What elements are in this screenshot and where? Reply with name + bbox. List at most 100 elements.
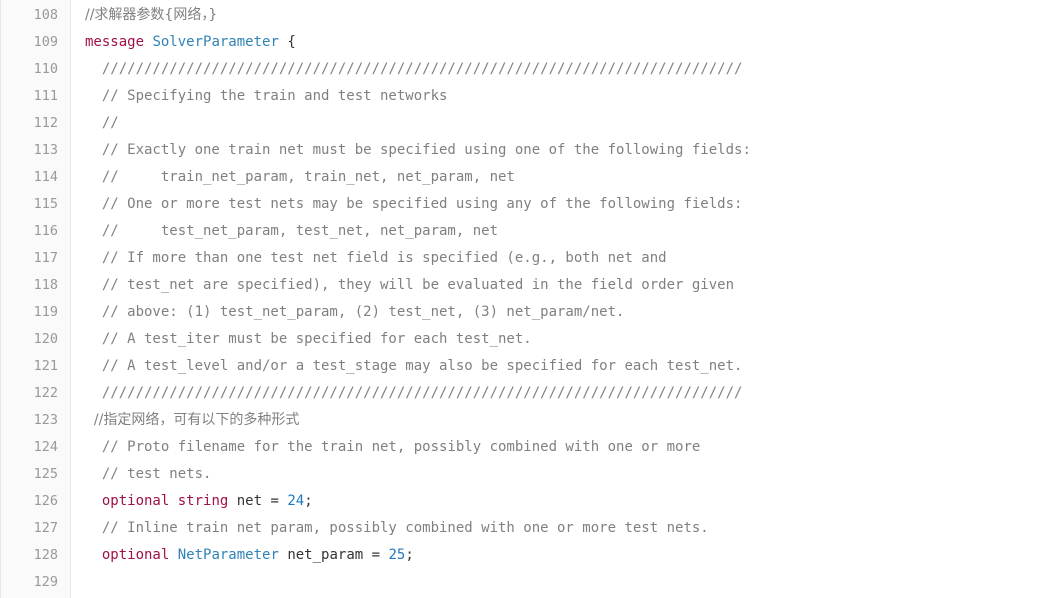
code-line: 127 // Inline train net param, possibly … bbox=[1, 515, 1053, 542]
token-plain: ; bbox=[304, 493, 313, 509]
code-text: //求解器参数{网络，} bbox=[85, 2, 217, 29]
token-plain: net = bbox=[228, 493, 288, 509]
token-type: NetParameter bbox=[177, 547, 279, 563]
code-line: 128 optional NetParameter net_param = 25… bbox=[1, 542, 1053, 569]
line-number: 117 bbox=[33, 250, 58, 266]
token-comment: // test_net_param, test_net, net_param, … bbox=[85, 223, 499, 239]
token-comment: ////////////////////////////////////////… bbox=[85, 61, 743, 77]
code-line: 122 ////////////////////////////////////… bbox=[1, 380, 1053, 407]
line-number: 119 bbox=[33, 304, 58, 320]
code-text: // test nets. bbox=[85, 461, 212, 488]
line-number: 120 bbox=[33, 331, 58, 347]
code-text: // A test_level and/or a test_stage may … bbox=[85, 353, 743, 380]
token-keyword: optional bbox=[101, 493, 170, 509]
token-plain: ; bbox=[405, 547, 414, 563]
token-comment: // A test_iter must be specified for eac… bbox=[85, 331, 532, 347]
line-number: 125 bbox=[33, 466, 58, 482]
line-number: 110 bbox=[33, 61, 58, 77]
token-type: SolverParameter bbox=[152, 34, 279, 50]
token-keyword: optional bbox=[101, 547, 170, 563]
line-number: 121 bbox=[33, 358, 58, 374]
line-number: 123 bbox=[33, 412, 58, 428]
token-comment: // Proto filename for the train net, pos… bbox=[85, 439, 701, 455]
code-text: // If more than one test net field is sp… bbox=[85, 245, 667, 272]
line-number: 108 bbox=[33, 7, 58, 23]
code-line: 109 message SolverParameter { bbox=[1, 29, 1053, 56]
code-text: // Proto filename for the train net, pos… bbox=[85, 434, 700, 461]
token-comment: //指定网络，可有以下的多种形式 bbox=[85, 412, 300, 428]
token-comment: ////////////////////////////////////////… bbox=[85, 385, 743, 401]
line-number: 122 bbox=[33, 385, 58, 401]
line-number: 115 bbox=[33, 196, 58, 212]
token-plain: net_param = bbox=[278, 547, 389, 563]
code-text: // test_net_param, test_net, net_param, … bbox=[85, 218, 498, 245]
line-number: 126 bbox=[33, 493, 58, 509]
code-text: // test_net are specified), they will be… bbox=[85, 272, 734, 299]
code-line: 129 bbox=[1, 569, 1053, 596]
code-line: 113 // Exactly one train net must be spe… bbox=[1, 137, 1053, 164]
code-text: ////////////////////////////////////////… bbox=[85, 380, 743, 407]
line-number: 113 bbox=[33, 142, 58, 158]
line-number: 109 bbox=[33, 34, 58, 50]
code-line: 123 //指定网络，可有以下的多种形式 bbox=[1, 407, 1053, 434]
code-line: 108 //求解器参数{网络，} bbox=[1, 2, 1053, 29]
code-text: // A test_iter must be specified for eac… bbox=[85, 326, 532, 353]
code-text: // Inline train net param, possibly comb… bbox=[85, 515, 709, 542]
line-number: 129 bbox=[33, 574, 58, 590]
line-number: 127 bbox=[33, 520, 58, 536]
line-number: 111 bbox=[33, 88, 58, 104]
code-line: 125 // test nets. bbox=[1, 461, 1053, 488]
code-text: //指定网络，可有以下的多种形式 bbox=[85, 407, 299, 434]
token-comment: // bbox=[85, 115, 119, 131]
token-comment: // Exactly one train net must be specifi… bbox=[85, 142, 751, 158]
code-text: optional string net = 24; bbox=[85, 488, 313, 515]
token-comment: // above: (1) test_net_param, (2) test_n… bbox=[85, 304, 625, 320]
token-comment: // test nets. bbox=[85, 466, 212, 482]
code-line: 116 // test_net_param, test_net, net_par… bbox=[1, 218, 1053, 245]
line-number: 116 bbox=[33, 223, 58, 239]
code-text: // One or more test nets may be specifie… bbox=[85, 191, 743, 218]
token-plain: { bbox=[278, 34, 296, 50]
code-text: ////////////////////////////////////////… bbox=[85, 56, 743, 83]
token-comment: // Specifying the train and test network… bbox=[85, 88, 448, 104]
code-line: 117 // If more than one test net field i… bbox=[1, 245, 1053, 272]
token-comment: // test_net are specified), they will be… bbox=[85, 277, 735, 293]
token-number: 24 bbox=[287, 493, 305, 509]
code-text: // Exactly one train net must be specifi… bbox=[85, 137, 751, 164]
line-number: 112 bbox=[33, 115, 58, 131]
code-line: 111 // Specifying the train and test net… bbox=[1, 83, 1053, 110]
code-text: // bbox=[85, 110, 119, 137]
code-line: 121 // A test_level and/or a test_stage … bbox=[1, 353, 1053, 380]
token-comment: // If more than one test net field is sp… bbox=[85, 250, 667, 266]
code-text: // train_net_param, train_net, net_param… bbox=[85, 164, 515, 191]
line-number: 114 bbox=[33, 169, 58, 185]
token-keyword: message bbox=[85, 34, 145, 50]
token-number: 25 bbox=[388, 547, 406, 563]
code-line: 119 // above: (1) test_net_param, (2) te… bbox=[1, 299, 1053, 326]
code-text: // above: (1) test_net_param, (2) test_n… bbox=[85, 299, 625, 326]
token-comment: // One or more test nets may be specifie… bbox=[85, 196, 743, 212]
line-number: 124 bbox=[33, 439, 58, 455]
token-comment: // A test_level and/or a test_stage may … bbox=[85, 358, 743, 374]
line-number: 118 bbox=[33, 277, 58, 293]
code-line: 124 // Proto filename for the train net,… bbox=[1, 434, 1053, 461]
token-comment: // Inline train net param, possibly comb… bbox=[85, 520, 709, 536]
token-comment: // train_net_param, train_net, net_param… bbox=[85, 169, 515, 185]
line-number: 128 bbox=[33, 547, 58, 563]
token-keyword: string bbox=[177, 493, 229, 509]
code-line: 120 // A test_iter must be specified for… bbox=[1, 326, 1053, 353]
code-viewer: 108 //求解器参数{网络，} 109 message SolverParamete… bbox=[0, 0, 1053, 598]
code-lines: 108 //求解器参数{网络，} 109 message SolverParamete… bbox=[1, 2, 1053, 596]
code-line: 118 // test_net are specified), they wil… bbox=[1, 272, 1053, 299]
code-line: 110 ////////////////////////////////////… bbox=[1, 56, 1053, 83]
code-line: 115 // One or more test nets may be spec… bbox=[1, 191, 1053, 218]
code-line: 112 // bbox=[1, 110, 1053, 137]
code-text: message SolverParameter { bbox=[85, 29, 296, 56]
token-comment: //求解器参数{网络，} bbox=[85, 7, 218, 23]
code-text: optional NetParameter net_param = 25; bbox=[85, 542, 414, 569]
code-text: // Specifying the train and test network… bbox=[85, 83, 448, 110]
